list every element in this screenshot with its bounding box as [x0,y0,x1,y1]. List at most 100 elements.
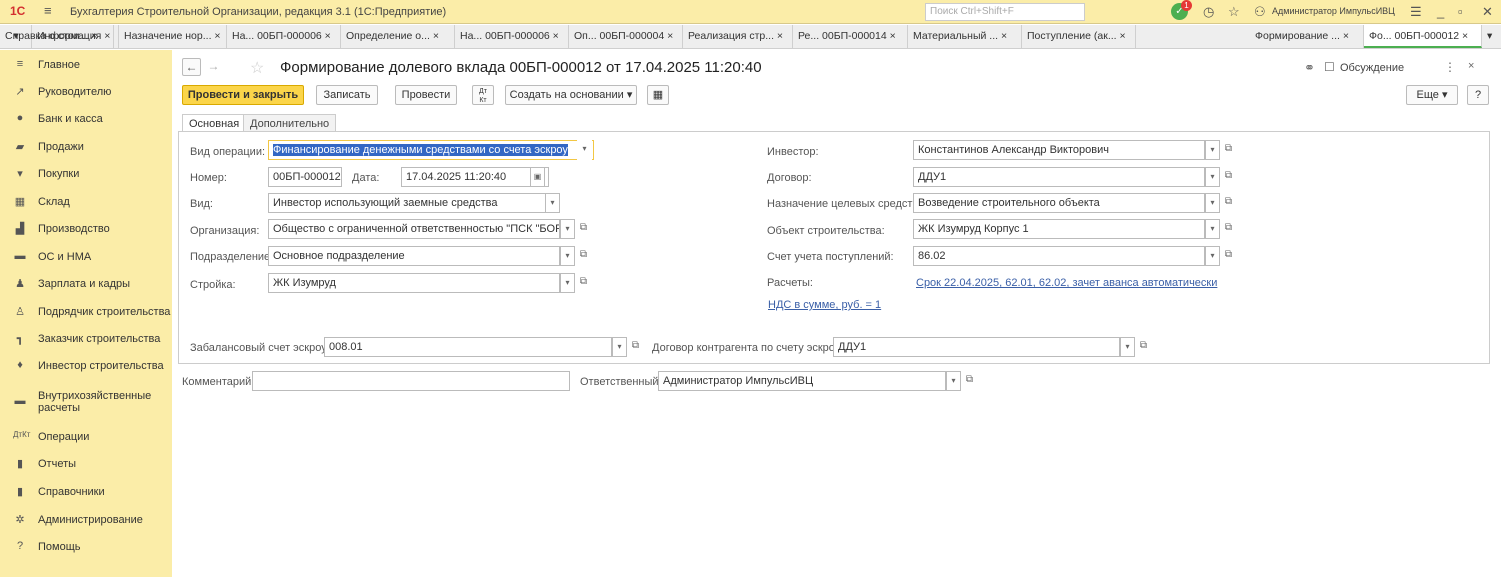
link-icon[interactable]: ⚭ [1304,60,1315,76]
sidebar-item-main[interactable]: ≡ Главное [0,54,172,76]
back-arrow-icon[interactable]: ← [182,58,201,76]
tab-fo-000012[interactable]: Фо... 00БП-000012 × [1364,25,1482,48]
sidebar-item-manager[interactable]: ↗ Руководителю [0,81,172,103]
tab-receipt[interactable]: Поступление (ак... × [1022,25,1136,48]
sidebar-item-production[interactable]: ▟ Производство [0,218,172,240]
responsible-open-icon[interactable]: ⧉ [962,371,977,391]
org-dropdown[interactable]: ▾ [560,219,575,239]
purpose-field[interactable]: Возведение строительного объекта [913,193,1205,213]
sidebar-item-purchases[interactable]: ▾ Покупки [0,163,172,185]
date-field[interactable]: 17.04.2025 11:20:40 [401,167,549,187]
sidebar-item-directories[interactable]: ▮ Справочники [0,481,172,503]
op-type-dropdown[interactable]: ▾ [577,140,592,160]
sidebar-item-internal[interactable]: ▬ Внутрихозяйственные расчеты [0,385,172,419]
site-open-icon[interactable]: ⧉ [576,273,591,293]
dt-kt-button[interactable]: Дт Кт [472,85,494,105]
sidebar-item-reports[interactable]: ▮ Отчеты [0,453,172,475]
tab-main[interactable]: Основная [182,114,247,132]
dept-dropdown[interactable]: ▾ [560,246,575,266]
sidebar-item-salary[interactable]: ♟ Зарплата и кадры [0,273,172,295]
investor-field[interactable]: Константинов Александр Викторович [913,140,1205,160]
tab-material[interactable]: Материальный ... × [908,25,1022,48]
sidebar-item-operations[interactable]: ДтКт Операции [0,426,172,448]
org-open-icon[interactable]: ⧉ [576,219,591,239]
sidebar-item-sales[interactable]: ▰ Продажи [0,136,172,158]
discussion-button[interactable]: Обсуждение [1340,62,1404,74]
current-user[interactable]: Администратор ИмпульсИВЦ [1272,6,1395,16]
object-dropdown[interactable]: ▾ [1205,219,1220,239]
tabs-dropdown-icon[interactable]: ▾ [1482,25,1501,48]
search-input[interactable]: Поиск Ctrl+Shift+F [925,3,1085,21]
account-dropdown[interactable]: ▾ [1205,246,1220,266]
table-icon[interactable]: ▦ [647,85,669,105]
purpose-open-icon[interactable]: ⧉ [1221,193,1236,213]
dept-open-icon[interactable]: ⧉ [576,246,591,266]
org-field[interactable]: Общество с ограниченной ответственностью… [268,219,560,239]
comment-field[interactable] [252,371,570,391]
more-button[interactable]: Еще ▾ [1406,85,1458,105]
sidebar-item-warehouse[interactable]: ▦ Склад [0,191,172,213]
sidebar-item-admin[interactable]: ✲ Администрирование [0,509,172,531]
tab-definition[interactable]: Определение о... × [341,25,455,48]
menu-icon[interactable]: ≡ [44,3,52,18]
escrow-account-field[interactable]: 008.01 [324,337,612,357]
settings-icon[interactable]: ☰ [1410,4,1422,20]
escrow-contract-open-icon[interactable]: ⧉ [1136,337,1151,357]
close-icon[interactable]: ✕ [1482,4,1493,20]
dept-field[interactable]: Основное подразделение [268,246,560,266]
responsible-dropdown[interactable]: ▾ [946,371,961,391]
post-button[interactable]: Провести [395,85,457,105]
tab-na-000006[interactable]: На... 00БП-000006 × [227,25,341,48]
tab-certificate[interactable]: Справка о стои... × [0,25,114,48]
contract-field[interactable]: ДДУ1 [913,167,1205,187]
save-button[interactable]: Записать [316,85,378,105]
site-field[interactable]: ЖК Изумруд [268,273,560,293]
investor-dropdown[interactable]: ▾ [1205,140,1220,160]
account-open-icon[interactable]: ⧉ [1221,246,1236,266]
minimize-icon[interactable]: _ [1437,4,1444,19]
kind-field[interactable]: Инвестор использующий заемные средства [268,193,560,213]
escrow-contract-dropdown[interactable]: ▾ [1120,337,1135,357]
contract-dropdown[interactable]: ▾ [1205,167,1220,187]
tab-na-000006-2[interactable]: На... 00БП-000006 × [455,25,569,48]
contract-open-icon[interactable]: ⧉ [1221,167,1236,187]
calendar-icon[interactable]: ▣ [530,167,545,187]
restore-icon[interactable]: ▫ [1458,4,1463,19]
object-open-icon[interactable]: ⧉ [1221,219,1236,239]
escrow-account-open-icon[interactable]: ⧉ [628,337,643,357]
tab-realization[interactable]: Реализация стр... × [683,25,793,48]
tab-re-000014[interactable]: Ре... 00БП-000014 × [793,25,908,48]
more-vertical-icon[interactable]: ⋮ [1444,60,1456,74]
purpose-dropdown[interactable]: ▾ [1205,193,1220,213]
favorite-star-icon[interactable]: ☆ [250,58,264,78]
investor-open-icon[interactable]: ⧉ [1221,140,1236,160]
forward-arrow-icon[interactable]: → [204,58,223,76]
escrow-contract-field[interactable]: ДДУ1 [833,337,1120,357]
post-and-close-button[interactable]: Провести и закрыть [182,85,304,105]
settlements-link[interactable]: Срок 22.04.2025, 62.01, 62.02, зачет ава… [916,277,1217,289]
op-type-field[interactable]: Финансирование денежными средствами со с… [268,140,594,160]
escrow-account-dropdown[interactable]: ▾ [612,337,627,357]
number-field[interactable]: 00БП-000012 [268,167,342,187]
responsible-field[interactable]: Администратор ИмпульсИВЦ [658,371,946,391]
sidebar-item-assets[interactable]: ▬ ОС и НМА [0,246,172,268]
site-dropdown[interactable]: ▾ [560,273,575,293]
create-based-on-button[interactable]: Создать на основании ▾ [505,85,637,105]
account-field[interactable]: 86.02 [913,246,1205,266]
object-field[interactable]: ЖК Изумруд Корпус 1 [913,219,1205,239]
sidebar-item-investor[interactable]: ♦ Инвестор строительства [0,355,172,377]
star-icon[interactable]: ☆ [1228,4,1240,20]
tab-assignment[interactable]: Назначение нор... × [119,25,227,48]
sidebar-item-contractor[interactable]: ♙ Подрядчик строительства [0,301,172,323]
close-form-icon[interactable]: × [1468,60,1474,72]
history-icon[interactable]: ◷ [1203,4,1214,20]
notifications-icon[interactable]: ✓ 1 [1171,0,1192,20]
tab-additional[interactable]: Дополнительно [243,114,337,132]
user-icon[interactable]: ⚇ [1254,4,1266,20]
sidebar-item-bank[interactable]: ● Банк и касса [0,108,172,130]
tab-op-000004[interactable]: Оп... 00БП-000004 × [569,25,683,48]
chat-icon[interactable]: ☐ [1324,60,1335,74]
help-button[interactable]: ? [1467,85,1489,105]
sidebar-item-help[interactable]: ? Помощь [0,536,172,558]
sidebar-item-customer[interactable]: ┓ Заказчик строительства [0,328,172,350]
